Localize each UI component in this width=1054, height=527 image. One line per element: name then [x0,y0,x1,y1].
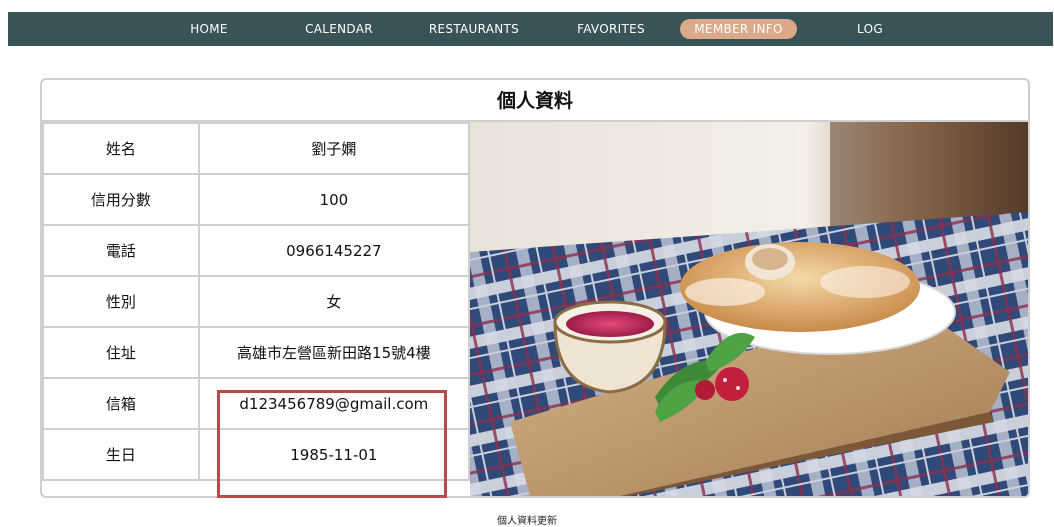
field-value: 100 [197,173,471,226]
nav-member-info[interactable]: MEMBER INFO [680,19,797,39]
nav-log-out[interactable]: LOG OUT [842,12,898,70]
nav-calendar[interactable]: CALENDAR [301,12,377,46]
nav-restaurants[interactable]: RESTAURANTS [426,12,522,46]
update-profile-link[interactable]: 個人資料更新 [0,512,1054,527]
field-value: 女 [197,275,471,328]
table-row: 生日 1985-11-01 [42,428,471,481]
field-label: 住址 [42,326,200,379]
table-row: 信箱 d123456789@gmail.com [42,377,471,430]
top-navbar: HOME CALENDAR RESTAURANTS FAVORITES MEMB… [8,12,1053,70]
field-label: 生日 [42,428,200,481]
profile-table: 姓名 劉子嫻 信用分數 100 電話 0966145227 性別 女 住址 高雄… [42,122,471,481]
food-photo-image [470,122,1028,496]
field-label: 姓名 [42,122,200,175]
field-value: 劉子嫻 [197,122,471,175]
field-value: d123456789@gmail.com [197,377,471,430]
profile-title: 個人資料 [42,80,1028,122]
profile-card: 個人資料 姓名 劉子嫻 信用分數 100 電話 0966145227 性別 女 … [40,78,1030,498]
field-label: 信箱 [42,377,200,430]
field-label: 電話 [42,224,200,277]
table-row: 信用分數 100 [42,173,471,226]
field-label: 性別 [42,275,200,328]
field-value: 1985-11-01 [197,428,471,481]
field-value: 0966145227 [197,224,471,277]
nav-favorites[interactable]: FAVORITES [571,12,651,46]
table-row: 姓名 劉子嫻 [42,122,471,175]
field-value: 高雄市左營區新田路15號4樓 [197,326,471,379]
field-label: 信用分數 [42,173,200,226]
table-row: 性別 女 [42,275,471,328]
table-row: 住址 高雄市左營區新田路15號4樓 [42,326,471,379]
table-row: 電話 0966145227 [42,224,471,277]
food-photo-illustration [470,122,1028,496]
nav-home[interactable]: HOME [186,12,232,46]
